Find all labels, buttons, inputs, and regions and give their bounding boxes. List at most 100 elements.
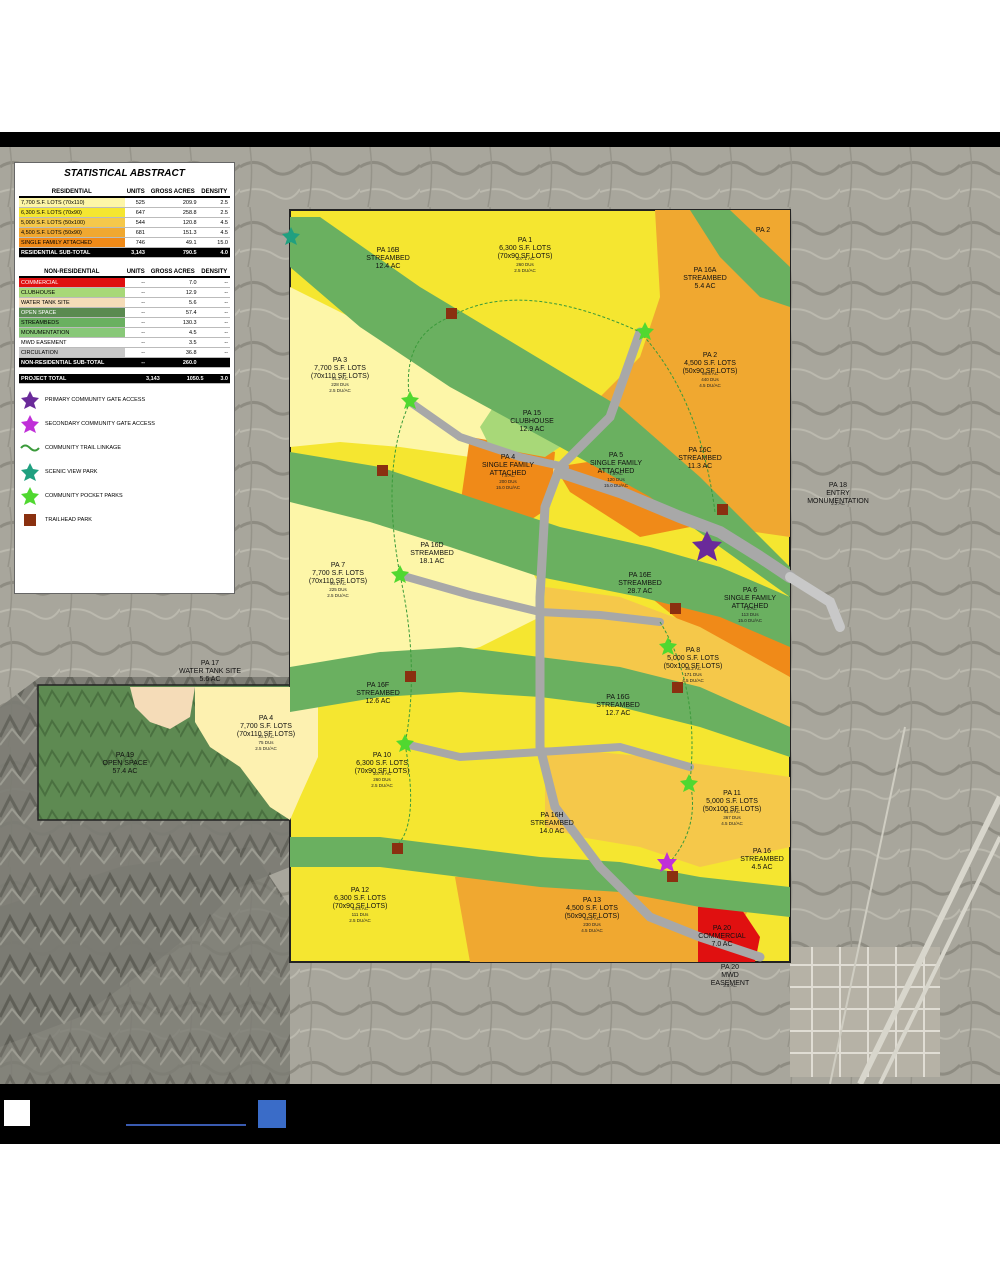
row-density: -- (198, 287, 230, 298)
parcel-label-pa16e: 28.7 AC (628, 588, 653, 595)
parcel-label-pa16f: STREAMBED (356, 690, 400, 697)
parcel-label-pa4b: 2.5 DU/AC (255, 746, 277, 751)
parcel-label-pa5: SINGLE FAMILY (590, 460, 642, 467)
parcel-label-pa2: PA 2 (756, 227, 770, 234)
parcel-label-pa18: PA 18 (829, 482, 847, 489)
row-label: STREAMBEDS (19, 317, 125, 328)
parcel-label-pa5: 15.0 DU/AC (604, 483, 629, 488)
parcel-label-pa16i: STREAMBED (740, 856, 784, 863)
parcel-label-pa19: PA 19 (116, 752, 134, 759)
scale-bar (126, 1124, 246, 1126)
parcel-label-pa16i: PA 16 (753, 848, 771, 855)
parcel-label-pa4: SINGLE FAMILY (482, 462, 534, 469)
parcel-label-pa20b: PA 20 (721, 964, 739, 971)
parcel-label-pa16c: 11.3 AC (688, 463, 712, 470)
secondary-gate-icon (19, 414, 41, 434)
row-density: -- (198, 347, 230, 358)
parcel-label-pa16a: STREAMBED (683, 275, 727, 282)
parcel-label-pa10: 6,300 S.F. LOTS (356, 760, 408, 767)
parcel-label-pa5: 7.8 AC (609, 471, 623, 476)
col-header: DENSITY (198, 268, 230, 278)
legend-symbol-label: SECONDARY COMMUNITY GATE ACCESS (45, 421, 155, 427)
parcel-label-pa7: 225 DUs (329, 587, 347, 592)
parcel-label-pa16c: STREAMBED (678, 455, 722, 462)
col-header: GROSS ACRES (146, 268, 199, 278)
parcel-label-pa6: 7.6 AC (743, 606, 757, 611)
parcel-label-pa18: ENTRY (826, 490, 850, 497)
legend-symbol-label: TRAILHEAD PARK (45, 517, 92, 523)
parcel-label-pa12: 6,300 S.F. LOTS (334, 895, 386, 902)
table-row: 5,000 S.F. LOTS (50x100) 544 120.8 4.5 (19, 217, 230, 228)
parcel-label-pa3: 91.2 AC (332, 376, 349, 381)
row-density: -- (198, 317, 230, 328)
parcel-label-pa8: 38.2 AC (685, 666, 702, 671)
row-units: 746 (124, 237, 147, 248)
parcel-label-pa6: SINGLE FAMILY (724, 595, 776, 602)
row-label: 6,300 S.F. LOTS (70x90) (19, 207, 125, 218)
parcel-label-pa3: 228 DUs (331, 382, 349, 387)
legend-title: STATISTICAL ABSTRACT (64, 168, 185, 179)
row-density: 4.5 (198, 217, 230, 228)
parcel-label-pa1b: 12.4 AC (376, 263, 401, 270)
row-acres: 130.3 (146, 317, 199, 328)
table-row: CIRCULATION -- 36.8 -- (19, 347, 230, 358)
parcel-label-pa5: 120 DUs (607, 477, 625, 482)
parcel-label-pa15: PA 15 (523, 410, 541, 417)
parcel-label-pa16g: STREAMBED (596, 702, 640, 709)
parcel-label-pa12: PA 12 (351, 887, 369, 894)
statistical-abstract: STATISTICAL ABSTRACT RESIDENTIAL UNITS G… (14, 162, 235, 594)
legend-symbol-row: TRAILHEAD PARK (19, 508, 230, 532)
row-units: -- (124, 287, 147, 298)
footer-bar (0, 1088, 1000, 1144)
row-acres: 120.8 (146, 217, 199, 228)
col-header: UNITS (124, 188, 147, 198)
parcel-label-pa12: 111 DUs (352, 912, 370, 917)
parcel-label-pa20: PA 20 (713, 925, 731, 932)
parcel-label-pa15: CLUBHOUSE (510, 418, 554, 425)
parcel-label-pa4: 15.0 DU/AC (496, 485, 521, 490)
parcel-label-pa17: WATER TANK SITE (179, 668, 241, 675)
legend-symbol-label: COMMUNITY TRAIL LINKAGE (45, 445, 121, 451)
legend-symbol-label: COMMUNITY POCKET PARKS (45, 493, 123, 499)
subtotal-row: NON-RESIDENTIAL SUB-TOTAL -- 260.0 (19, 357, 230, 368)
subtotal-acres: 790.5 (146, 247, 199, 258)
parcel-label-pa16d: PA 16D (420, 542, 443, 549)
symbol-legend: PRIMARY COMMUNITY GATE ACCESS SECONDARY C… (19, 388, 230, 532)
parcel-label-pa16f: 12.6 AC (366, 698, 391, 705)
row-label: WATER TANK SITE (19, 297, 125, 308)
row-acres: 209.9 (146, 197, 199, 208)
pocket-park-icon (19, 486, 41, 506)
parcel-label-pa1: 2.5 DU/AC (514, 268, 536, 273)
parcel-label-pa19: 57.4 AC (113, 768, 138, 775)
subtotal-label: RESIDENTIAL SUB-TOTAL (19, 247, 125, 258)
row-density: 2.5 (198, 197, 230, 208)
parcel-label-pa20b: MWD (721, 972, 739, 979)
table-row: 4,500 S.F. LOTS (50x90) 681 151.3 4.5 (19, 227, 230, 238)
table-row: WATER TANK SITE -- 5.6 -- (19, 297, 230, 308)
row-units: -- (124, 297, 147, 308)
parcel-label-pa1b: STREAMBED (366, 255, 410, 262)
parcel-label-pa16g: 12.7 AC (606, 710, 631, 717)
row-units: 681 (124, 227, 147, 238)
parcel-label-pa16a: 5.4 AC (694, 283, 715, 290)
parcel-label-pa11: 4.5 DU/AC (721, 821, 743, 826)
parcel-label-pa2b: 4.5 DU/AC (699, 383, 721, 388)
parcel-label-pa19: OPEN SPACE (103, 760, 148, 767)
project-total-table: PROJECT TOTAL 3,143 1050.5 3.0 (19, 374, 230, 384)
project-total-units: 3,143 (124, 374, 162, 384)
parcel-label-pa4b: 75 DUs (258, 740, 274, 745)
row-label: MWD EASEMENT (19, 337, 125, 348)
trail-linkage-icon (19, 438, 41, 458)
subtotal-units: 3,143 (124, 247, 147, 258)
parcel-label-pa7: PA 7 (331, 562, 345, 569)
parcel-label-pa20b: 3.5 AC (723, 983, 737, 988)
table-row: OPEN SPACE -- 57.4 -- (19, 307, 230, 318)
parcel-label-pa5: PA 5 (609, 452, 623, 459)
legend-symbol-row: SCENIC VIEW PARK (19, 460, 230, 484)
row-label: COMMERCIAL (19, 277, 125, 288)
row-acres: 7.0 (146, 277, 199, 288)
north-arrow-icon (258, 1100, 286, 1128)
row-units: -- (124, 317, 147, 328)
row-units: 647 (124, 207, 147, 218)
parcel-label-pa2b: 440 DUs (701, 377, 719, 382)
